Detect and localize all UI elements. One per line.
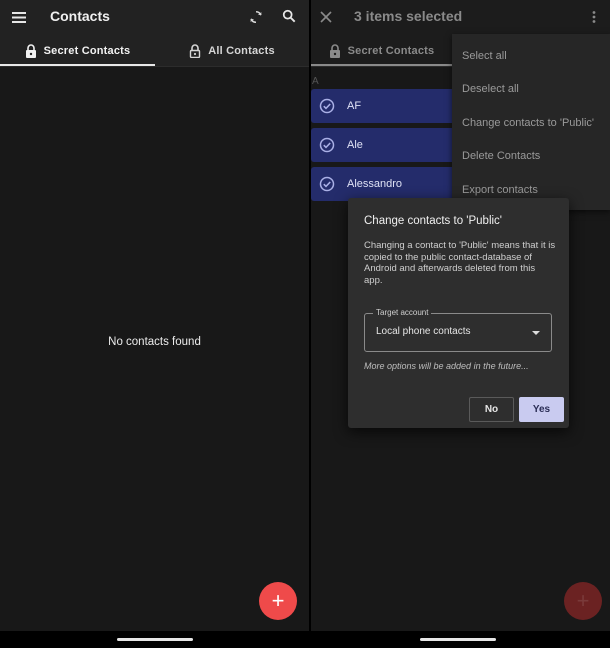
yes-button[interactable]: Yes — [519, 397, 564, 422]
tab-bar: Secret Contacts All Contacts — [0, 34, 309, 67]
menu-item-deselect-all[interactable]: Deselect all — [462, 79, 519, 99]
dropdown-arrow-icon — [532, 331, 540, 335]
dialog-hint: More options will be added in the future… — [364, 361, 529, 371]
tab-label: Secret Contacts — [43, 44, 131, 57]
add-icon: + — [576, 588, 590, 613]
check-circle-icon — [319, 137, 335, 153]
contacts-screen: Contacts Secret Contacts All Contacts No… — [0, 0, 309, 648]
navigation-bar — [0, 631, 309, 648]
target-account-dropdown[interactable]: Target account Local phone contacts — [364, 308, 552, 352]
menu-item-delete-contacts[interactable]: Delete Contacts — [462, 146, 540, 166]
contact-row[interactable]: AF — [311, 89, 461, 123]
app-title: Contacts — [50, 8, 110, 24]
tab-all-contacts[interactable]: All Contacts — [155, 34, 309, 67]
selection-app-bar: 3 items selected — [311, 0, 610, 34]
dropdown-value: Local phone contacts — [376, 326, 471, 337]
selection-count: 3 items selected — [354, 8, 463, 24]
tab-indicator — [0, 64, 155, 66]
tab-secret-contacts[interactable]: Secret Contacts — [0, 34, 155, 67]
yes-button-label: Yes — [532, 404, 551, 415]
empty-state-message: No contacts found — [108, 336, 201, 348]
tab-label: Secret Contacts — [347, 44, 435, 57]
lock-open-icon — [189, 43, 201, 58]
close-icon[interactable] — [315, 6, 337, 28]
search-icon[interactable] — [278, 5, 300, 27]
dialog-title: Change contacts to 'Public' — [364, 215, 502, 227]
contact-row[interactable]: Alessandro — [311, 167, 461, 201]
dialog-body: Changing a contact to 'Public' means tha… — [364, 240, 556, 286]
more-vert-icon[interactable] — [587, 6, 601, 28]
menu-item-change-to-public[interactable]: Change contacts to 'Public' — [462, 113, 594, 133]
sync-icon[interactable] — [245, 6, 267, 28]
add-contact-button[interactable]: + — [259, 582, 297, 620]
home-indicator[interactable] — [420, 638, 496, 641]
no-button-label: No — [484, 404, 499, 415]
home-indicator[interactable] — [117, 638, 193, 641]
contact-name: Ale — [347, 139, 363, 151]
check-circle-icon — [319, 98, 335, 114]
menu-item-select-all[interactable]: Select all — [462, 46, 507, 66]
no-button[interactable]: No — [469, 397, 514, 422]
menu-item-export-contacts[interactable]: Export contacts — [462, 180, 538, 200]
hamburger-menu-icon[interactable] — [9, 7, 29, 27]
tab-secret-contacts[interactable]: Secret Contacts — [311, 34, 452, 67]
lock-icon — [329, 43, 341, 58]
section-letter: A — [312, 76, 319, 87]
contact-name: AF — [347, 100, 362, 112]
change-to-public-dialog: Change contacts to 'Public' Changing a c… — [348, 198, 569, 428]
navigation-bar — [311, 631, 610, 648]
dropdown-label: Target account — [373, 308, 432, 317]
lock-icon — [25, 43, 37, 58]
app-bar: Contacts — [0, 0, 309, 34]
tab-indicator — [311, 64, 452, 66]
tab-label: All Contacts — [208, 44, 275, 57]
contact-name: Alessandro — [347, 178, 403, 190]
overflow-menu: Select all Deselect all Change contacts … — [452, 34, 610, 210]
contact-row[interactable]: Ale — [311, 128, 461, 162]
add-icon: + — [271, 588, 285, 613]
add-contact-button[interactable]: + — [564, 582, 602, 620]
check-circle-icon — [319, 176, 335, 192]
